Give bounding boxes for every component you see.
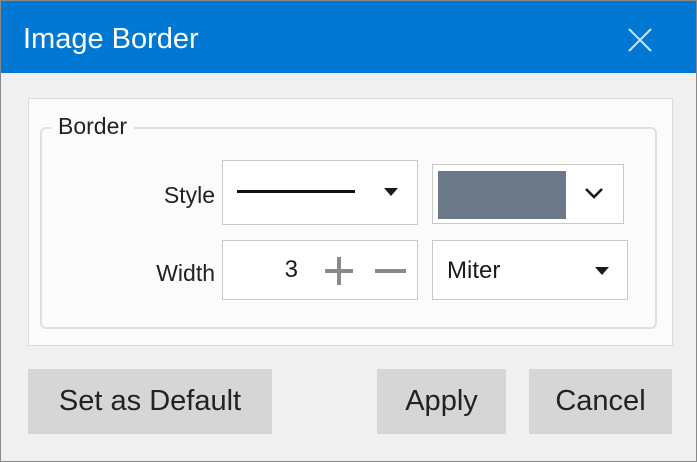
border-group-label: Border [51, 111, 135, 141]
cancel-button[interactable]: Cancel [529, 369, 672, 434]
dialog-title: Image Border [23, 23, 199, 55]
set-as-default-button[interactable]: Set as Default [28, 369, 272, 434]
width-stepper[interactable]: 3 [222, 240, 418, 300]
minus-icon [375, 269, 406, 273]
decrement-button[interactable] [373, 254, 407, 288]
close-button[interactable] [623, 23, 657, 57]
apply-button[interactable]: Apply [377, 369, 506, 434]
increment-button[interactable] [322, 254, 356, 288]
line-join-value: Miter [447, 257, 501, 284]
chevron-down-icon [585, 188, 603, 199]
width-value: 3 [284, 256, 298, 283]
line-style-dropdown[interactable] [222, 160, 418, 225]
style-label: Style [163, 182, 215, 208]
plus-icon [325, 257, 353, 285]
title-bar: Image Border [1, 1, 696, 73]
dropdown-arrow-icon [595, 267, 609, 275]
border-color-picker[interactable] [432, 164, 624, 224]
close-icon [628, 28, 652, 52]
width-label: Width [156, 260, 215, 286]
line-style-sample [237, 190, 355, 193]
image-border-dialog: Image Border Border Style Width 3 Miter … [0, 0, 697, 462]
line-join-dropdown[interactable]: Miter [432, 240, 628, 300]
dropdown-arrow-icon [384, 188, 398, 196]
border-color-swatch [438, 171, 566, 219]
